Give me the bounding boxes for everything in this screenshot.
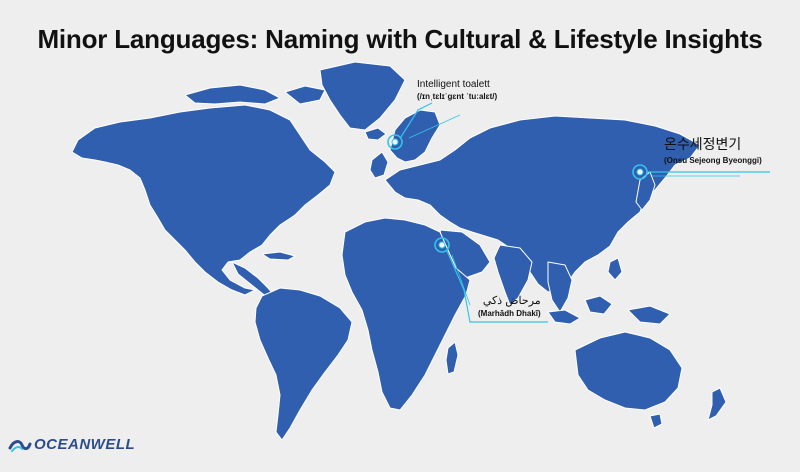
callout-pronunciation: (Onsu Sejeong Byeonggi) [664,156,762,165]
wave-logo-icon [8,440,32,452]
callout-pronunciation: (/ɪnˌtɛlɪˈɡɛnt ˈtuːalɛt/) [417,92,498,101]
new-guinea [627,305,671,325]
callout-term: Intelligent toalett [417,79,490,90]
callout-label-arabic: مرحاض ذكي (Marhādh Dhakī) [478,294,541,318]
brand-logo: OCEANWELL [8,436,135,456]
callout-term: مرحاض ذكي [482,295,541,307]
madagascar [445,341,459,375]
indonesia-1 [547,309,581,325]
iceland [364,127,387,141]
arctic-islands [184,84,281,105]
indonesia-2 [584,295,613,315]
callout-pronunciation: (Marhādh Dhakī) [478,309,541,318]
new-zealand [707,387,727,421]
south-america [254,287,353,441]
uk [369,151,389,179]
world-map [71,61,770,441]
australia [574,331,683,411]
north-america [71,104,336,296]
arctic-islands-2 [284,85,326,105]
tasmania [649,413,663,429]
cuba [261,251,296,261]
brand-name: OCEANWELL [34,436,136,453]
callout-label-korea: 온수세정변기 (Onsu Sejeong Byeonggi) [664,134,762,165]
philippines [607,257,623,281]
callout-term: 온수세정변기 [664,136,742,152]
callout-label-sweden: Intelligent toalett (/ɪnˌtɛlɪˈɡɛnt ˈtuːa… [417,79,497,101]
greenland [319,61,406,131]
